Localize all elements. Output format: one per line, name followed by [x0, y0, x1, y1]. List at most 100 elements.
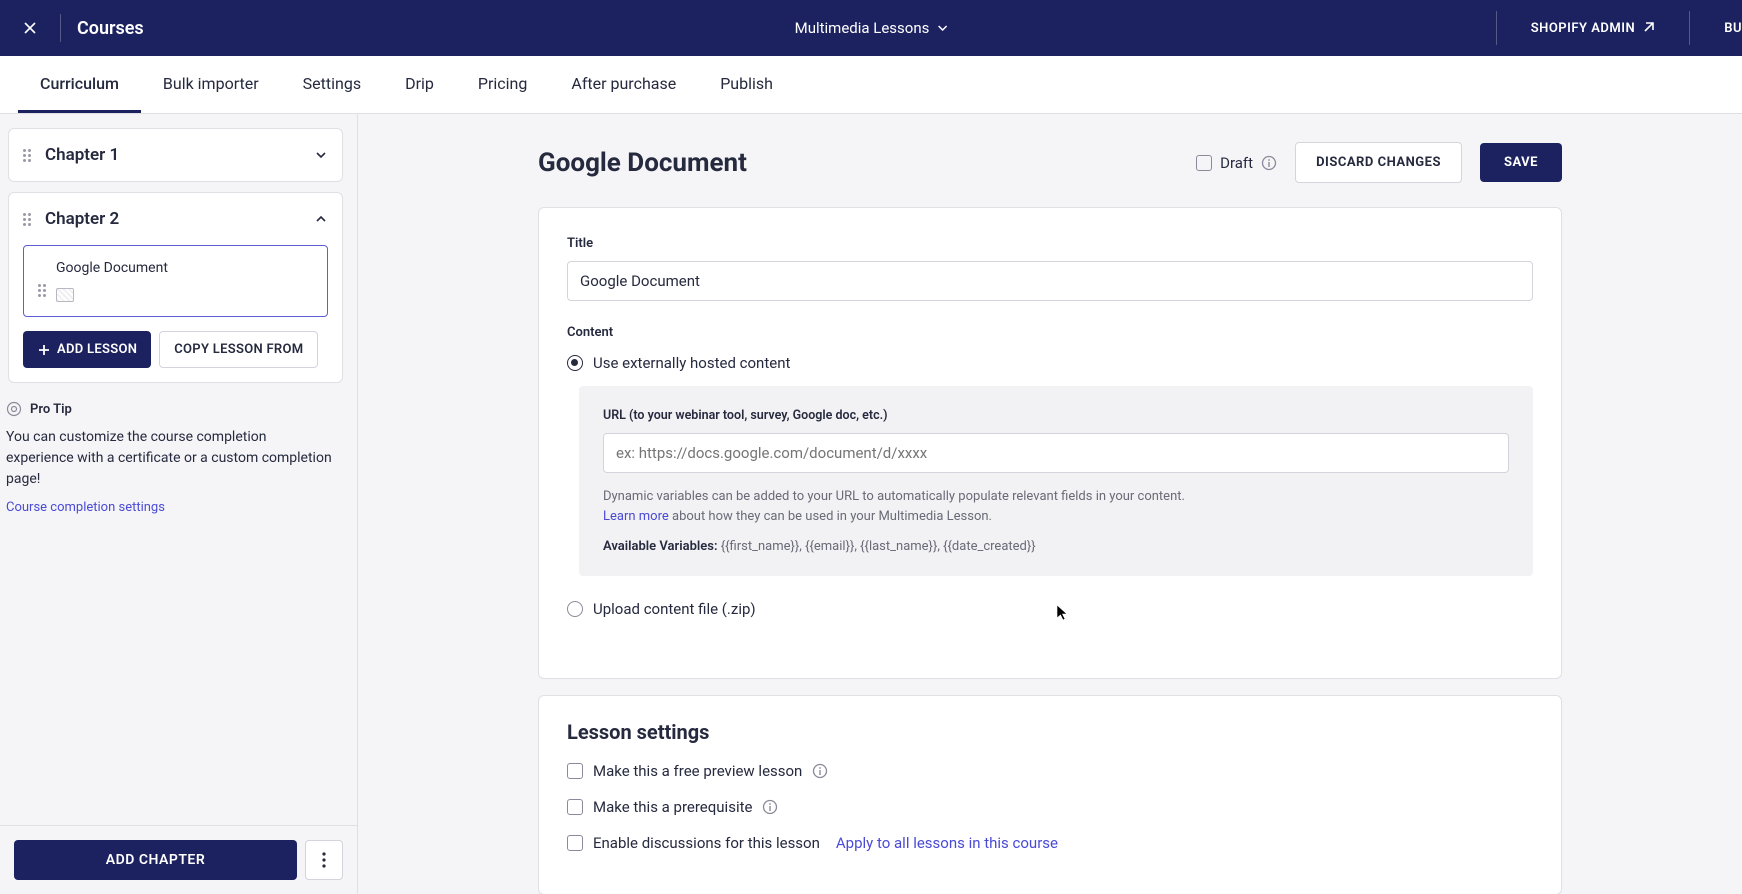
- plus-icon: [37, 343, 51, 357]
- add-chapter-button[interactable]: ADD CHAPTER: [14, 840, 297, 880]
- free-preview-row: Make this a free preview lesson: [567, 762, 1533, 780]
- hint-line-1: Dynamic variables can be added to your U…: [603, 489, 1185, 504]
- tab-label: Settings: [303, 74, 361, 93]
- draft-checkbox-wrap: Draft: [1196, 154, 1277, 172]
- chapter-card-2: Chapter 2 Google Document ADD LESSON: [8, 192, 343, 383]
- page-header: Google Document Draft DISCARD CHANGES SA…: [538, 142, 1562, 183]
- tab-settings[interactable]: Settings: [281, 56, 383, 113]
- chapter-header[interactable]: Chapter 2: [9, 193, 342, 245]
- tab-pricing[interactable]: Pricing: [456, 56, 550, 113]
- chevron-down-icon: [314, 148, 328, 162]
- radio-label: Upload content file (.zip): [593, 600, 756, 618]
- copy-lesson-button[interactable]: COPY LESSON FROM: [159, 331, 318, 368]
- tab-label: Drip: [405, 74, 434, 93]
- shopify-admin-label: SHOPIFY ADMIN: [1531, 21, 1636, 36]
- shopify-admin-link[interactable]: SHOPIFY ADMIN: [1513, 21, 1674, 36]
- available-variables: Available Variables: {{first_name}}, {{e…: [603, 539, 1509, 554]
- tab-publish[interactable]: Publish: [698, 56, 795, 113]
- caret-down-icon: [937, 25, 947, 31]
- url-input[interactable]: [603, 433, 1509, 473]
- chapter-card-1: Chapter 1: [8, 128, 343, 182]
- topbar: Courses Multimedia Lessons SHOPIFY ADMIN…: [0, 0, 1742, 56]
- learn-more-link[interactable]: Learn more: [603, 509, 669, 524]
- course-selector-label: Multimedia Lessons: [795, 19, 930, 37]
- info-icon[interactable]: [762, 799, 778, 815]
- radio-icon: [567, 355, 583, 371]
- free-preview-checkbox[interactable]: [567, 763, 583, 779]
- truncated-link[interactable]: BU: [1706, 21, 1742, 36]
- hint-text: Dynamic variables can be added to your U…: [603, 487, 1509, 527]
- chapter-title: Chapter 1: [45, 145, 304, 165]
- drag-handle-icon[interactable]: [38, 284, 50, 297]
- close-icon: [22, 20, 38, 36]
- info-icon[interactable]: [1261, 155, 1277, 171]
- apply-all-link[interactable]: Apply to all lessons in this course: [836, 834, 1058, 852]
- pro-tip-label: Pro Tip: [30, 402, 72, 417]
- discussions-checkbox[interactable]: [567, 835, 583, 851]
- tab-label: Publish: [720, 74, 773, 93]
- divider: [1496, 11, 1497, 45]
- url-label: URL (to your webinar tool, survey, Googl…: [603, 408, 1509, 423]
- sidebar-footer: ADD CHAPTER: [0, 825, 357, 894]
- radio-externally-hosted[interactable]: Use externally hosted content: [567, 354, 1533, 372]
- prerequisite-label: Make this a prerequisite: [593, 798, 752, 816]
- curriculum-sidebar: Chapter 1 Chapter 2 Google Document: [0, 114, 358, 894]
- lesson-thumbnail-icon: [56, 288, 74, 302]
- tab-curriculum[interactable]: Curriculum: [18, 56, 141, 113]
- more-actions-button[interactable]: [305, 840, 343, 880]
- radio-label: Use externally hosted content: [593, 354, 790, 372]
- page-module-title: Courses: [77, 18, 144, 39]
- discard-changes-button[interactable]: DISCARD CHANGES: [1295, 142, 1462, 183]
- discussions-label: Enable discussions for this lesson: [593, 834, 820, 852]
- draft-checkbox[interactable]: [1196, 155, 1212, 171]
- title-input[interactable]: [567, 261, 1533, 301]
- tabs-bar: Curriculum Bulk importer Settings Drip P…: [0, 56, 1742, 114]
- header-actions: Draft DISCARD CHANGES SAVE: [1196, 142, 1562, 183]
- topbar-left: Courses: [16, 14, 144, 42]
- pro-tip-body: You can customize the course completion …: [6, 427, 337, 490]
- content-section-label: Content: [567, 325, 1533, 340]
- tab-after-purchase[interactable]: After purchase: [549, 56, 698, 113]
- chevron-up-icon: [314, 212, 328, 226]
- info-icon[interactable]: [812, 763, 828, 779]
- truncated-label: BU: [1724, 21, 1742, 36]
- course-selector[interactable]: Multimedia Lessons: [795, 19, 948, 37]
- url-box: URL (to your webinar tool, survey, Googl…: [579, 386, 1533, 576]
- prerequisite-checkbox[interactable]: [567, 799, 583, 815]
- external-link-icon: [1641, 21, 1655, 35]
- pro-tip-section: Pro Tip You can customize the course com…: [4, 393, 347, 515]
- tab-bulk-importer[interactable]: Bulk importer: [141, 56, 281, 113]
- more-vertical-icon: [322, 852, 326, 868]
- lightbulb-icon: [6, 401, 22, 417]
- button-label: ADD LESSON: [57, 342, 137, 357]
- course-completion-settings-link[interactable]: Course completion settings: [6, 500, 165, 515]
- discussions-row: Enable discussions for this lesson Apply…: [567, 834, 1533, 852]
- tab-label: Curriculum: [40, 74, 119, 93]
- content-area: Chapter 1 Chapter 2 Google Document: [0, 114, 1742, 894]
- chapter-header[interactable]: Chapter 1: [9, 129, 342, 181]
- close-button[interactable]: [16, 14, 44, 42]
- drag-handle-icon[interactable]: [23, 149, 35, 162]
- prerequisite-row: Make this a prerequisite: [567, 798, 1533, 816]
- tab-label: Pricing: [478, 74, 528, 93]
- drag-handle-icon[interactable]: [23, 213, 35, 226]
- draft-label: Draft: [1220, 154, 1253, 172]
- add-lesson-button[interactable]: ADD LESSON: [23, 331, 151, 368]
- title-label: Title: [567, 236, 1533, 251]
- lesson-item[interactable]: Google Document: [23, 245, 328, 317]
- lesson-settings-card: Lesson settings Make this a free preview…: [538, 695, 1562, 894]
- tab-label: After purchase: [571, 74, 676, 93]
- tab-label: Bulk importer: [163, 74, 259, 93]
- save-button[interactable]: SAVE: [1480, 143, 1562, 182]
- vars-label: Available Variables:: [603, 539, 718, 554]
- topbar-right: SHOPIFY ADMIN BU: [1496, 11, 1742, 45]
- lesson-content-card: Title Content Use externally hosted cont…: [538, 207, 1562, 679]
- page-title: Google Document: [538, 148, 747, 178]
- radio-upload-file[interactable]: Upload content file (.zip): [567, 600, 1533, 618]
- button-label: COPY LESSON FROM: [174, 342, 303, 357]
- vars-value: {{first_name}}, {{email}}, {{last_name}}…: [718, 539, 1036, 554]
- chapter-title: Chapter 2: [45, 209, 304, 229]
- lesson-settings-title: Lesson settings: [567, 720, 1533, 744]
- radio-icon: [567, 601, 583, 617]
- tab-drip[interactable]: Drip: [383, 56, 456, 113]
